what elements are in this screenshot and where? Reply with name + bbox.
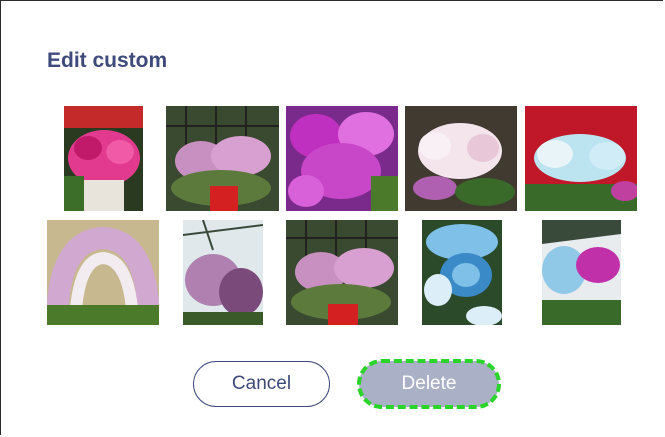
photo-image-8 — [286, 220, 398, 325]
photo-image-10 — [542, 220, 621, 325]
photo-thumb-9[interactable] — [422, 220, 502, 325]
photo-image-3 — [286, 106, 398, 211]
photo-thumb-6[interactable] — [47, 220, 159, 325]
photo-image-2 — [166, 106, 279, 211]
photo-image-7 — [183, 220, 263, 325]
photo-image-6 — [47, 220, 159, 325]
photo-image-5 — [525, 106, 637, 211]
photo-image-9 — [422, 220, 502, 325]
photo-thumb-3[interactable] — [286, 106, 398, 211]
photo-thumb-10[interactable] — [542, 220, 621, 325]
edit-custom-dialog: Edit custom Cancel Delete — [0, 0, 663, 435]
photo-thumb-5[interactable] — [525, 106, 637, 211]
photo-thumb-8[interactable] — [286, 220, 398, 325]
photo-thumb-1[interactable] — [64, 106, 143, 211]
photo-thumb-2[interactable] — [166, 106, 279, 211]
photo-image-1 — [64, 106, 143, 211]
photo-image-4 — [405, 106, 517, 211]
delete-button[interactable]: Delete — [357, 359, 501, 409]
cancel-button[interactable]: Cancel — [193, 361, 330, 407]
photo-thumb-4[interactable] — [405, 106, 517, 211]
photo-thumb-7[interactable] — [183, 220, 263, 325]
dialog-title: Edit custom — [47, 49, 168, 72]
